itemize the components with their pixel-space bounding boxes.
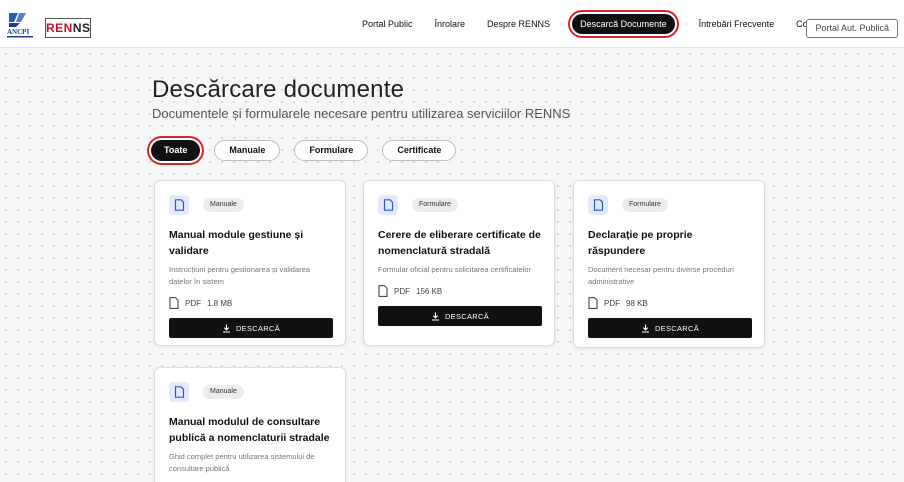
page-subtitle: Documentele și formularele necesare pent…: [152, 106, 571, 121]
nav-portal-public[interactable]: Portal Public: [362, 19, 413, 29]
file-type: PDF: [394, 286, 410, 296]
card-title: Manual modulul de consultare publică a n…: [169, 416, 330, 444]
document-card: Formulare Declarație pe proprie răspunde…: [573, 180, 765, 348]
svg-text:ANCPI: ANCPI: [7, 28, 29, 36]
file-meta: PDF 156 KB: [378, 285, 542, 297]
file-type: PDF: [185, 298, 201, 308]
document-icon: [169, 382, 189, 402]
category-badge: Manuale: [203, 385, 244, 399]
file-size: 1.8 MB: [207, 298, 233, 308]
download-icon: [222, 324, 230, 333]
document-card: Manuale Manual module gestiune și valida…: [154, 180, 346, 346]
download-icon: [641, 324, 649, 333]
file-meta: PDF 1.8 MB: [169, 297, 333, 309]
document-icon: [378, 195, 398, 215]
card-title: Manual module gestiune și validare: [169, 229, 304, 257]
card-description: Ghid complet pentru utilizarea sistemulu…: [169, 452, 315, 473]
filter-toate[interactable]: Toate: [151, 140, 201, 161]
file-meta: PDF 98 KB: [588, 297, 752, 309]
nav-inrolare[interactable]: Înrolare: [435, 19, 466, 29]
file-icon: [169, 297, 179, 309]
document-icon: [169, 195, 189, 215]
file-size: 98 KB: [626, 298, 648, 308]
document-card: Manuale Manual modulul de consultare pub…: [154, 367, 346, 482]
filter-certificate[interactable]: Certificate: [382, 140, 457, 161]
main-nav: Portal Public Înrolare Despre RENNS Desc…: [362, 0, 849, 48]
file-icon: [588, 297, 598, 309]
ancpi-logo[interactable]: ANCPI: [6, 11, 36, 39]
category-badge: Formulare: [622, 198, 668, 212]
renns-logo[interactable]: RENNS: [45, 18, 91, 38]
portal-aut-publica-button[interactable]: Portal Aut. Publică: [806, 19, 898, 38]
nav-descarca-documente[interactable]: Descarcă Documente: [568, 10, 679, 38]
document-icon: [588, 195, 608, 215]
card-title: Declarație pe proprie răspundere: [588, 229, 693, 257]
card-description: Instrucțiuni pentru gestionarea și valid…: [169, 265, 310, 286]
top-nav-bar: ANCPI RENNS Portal Public Înrolare Despr…: [0, 0, 904, 48]
card-title: Cerere de eliberare certificate de nomen…: [378, 229, 541, 257]
download-icon: [431, 312, 439, 321]
download-button[interactable]: DESCARCĂ: [588, 318, 752, 338]
nav-intrebari-frecvente[interactable]: Întrebări Frecvente: [699, 19, 775, 29]
file-size: 156 KB: [416, 286, 443, 296]
nav-despre-renns[interactable]: Despre RENNS: [487, 19, 550, 29]
card-description: Document necesar pentru diverse procedur…: [588, 265, 734, 286]
page-title: Descărcare documente: [152, 76, 405, 103]
document-card: Formulare Cerere de eliberare certificat…: [363, 180, 555, 346]
category-badge: Formulare: [412, 198, 458, 212]
filter-chips: Toate Manuale Formulare Certificate: [151, 140, 470, 161]
filter-manuale[interactable]: Manuale: [214, 140, 281, 161]
filter-formulare[interactable]: Formulare: [294, 140, 369, 161]
category-badge: Manuale: [203, 198, 244, 212]
file-icon: [378, 285, 388, 297]
card-description: Formular oficial pentru solicitarea cert…: [378, 265, 531, 274]
file-type: PDF: [604, 298, 620, 308]
download-button[interactable]: DESCARCĂ: [169, 318, 333, 338]
download-button[interactable]: DESCARCĂ: [378, 306, 542, 326]
